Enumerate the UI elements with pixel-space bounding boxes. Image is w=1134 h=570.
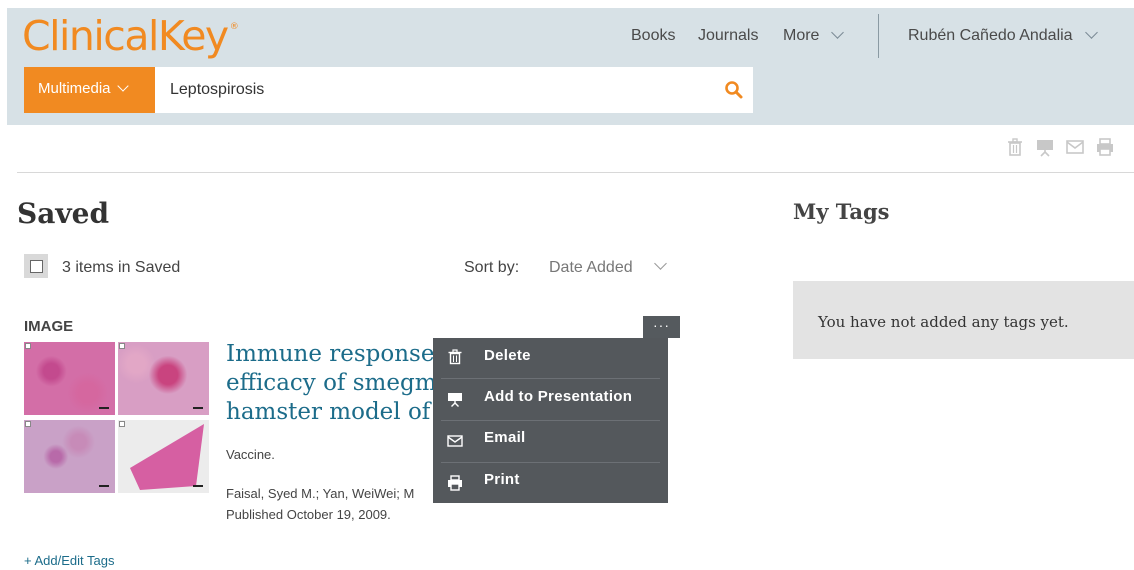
result-authors: Faisal, Syed M.; Yan, WeiWei; M	[226, 486, 415, 501]
chevron-down-icon	[116, 80, 129, 92]
presentation-icon	[448, 393, 462, 407]
title-line: hamster model of	[226, 399, 431, 425]
user-name: Rubén Cañedo Andalia	[908, 27, 1073, 44]
select-all-checkbox[interactable]	[24, 254, 48, 278]
trash-icon[interactable]	[1005, 137, 1025, 157]
nav-journals[interactable]: Journals	[698, 27, 758, 45]
menu-item-label: Email	[484, 429, 526, 446]
result-source: Vaccine.	[226, 447, 275, 462]
menu-item-label: Print	[484, 471, 520, 488]
scale-bar	[193, 485, 203, 487]
tissue-section-shape	[130, 424, 204, 490]
result-date: Published October 19, 2009.	[226, 507, 391, 522]
result-title-link[interactable]: Immune response efficacy of smegm hamste…	[226, 340, 456, 430]
panel-marker	[25, 343, 31, 349]
panel-marker	[119, 343, 125, 349]
email-icon[interactable]	[1065, 137, 1085, 157]
page-title: Saved	[17, 197, 110, 230]
chevron-down-icon	[831, 26, 845, 39]
logo-text: ClinicalKey	[22, 12, 229, 60]
site-header: ClinicalKey ® Books Journals More Rubén C…	[7, 8, 1134, 125]
email-icon	[447, 435, 463, 447]
saved-toolbar	[1005, 137, 1115, 161]
scale-bar	[99, 407, 109, 409]
menu-item-email[interactable]: Email	[433, 421, 668, 462]
trash-icon	[448, 349, 462, 365]
menu-item-delete[interactable]: Delete	[433, 338, 668, 379]
menu-item-print[interactable]: Print	[433, 463, 668, 504]
nav-more[interactable]: More	[783, 26, 845, 45]
thumbnail-image[interactable]	[118, 342, 209, 415]
my-tags-panel: You have not added any tags yet.	[793, 281, 1134, 359]
search-scope-select[interactable]: Multimedia	[24, 67, 155, 113]
tags-empty-message: You have not added any tags yet.	[818, 313, 1069, 331]
content-type-label: IMAGE	[24, 318, 74, 335]
user-menu[interactable]: Rubén Cañedo Andalia	[908, 26, 1098, 45]
scale-bar	[99, 485, 109, 487]
thumbnail-image[interactable]	[118, 420, 209, 493]
menu-item-add-to-presentation[interactable]: Add to Presentation	[433, 379, 668, 420]
nav-books[interactable]: Books	[631, 27, 675, 45]
my-tags-heading: My Tags	[793, 199, 890, 224]
nav-more-label: More	[783, 27, 820, 44]
thumbnail-image[interactable]	[24, 342, 115, 415]
print-icon	[448, 475, 462, 491]
scale-bar	[193, 407, 203, 409]
chevron-down-icon[interactable]	[654, 257, 667, 270]
search-input[interactable]: Leptospirosis	[170, 81, 264, 99]
sort-label: Sort by:	[464, 259, 520, 276]
more-actions-button[interactable]: ···	[643, 316, 680, 338]
items-count: 3 items in Saved	[62, 259, 181, 276]
menu-item-label: Delete	[484, 347, 531, 364]
panel-marker	[25, 421, 31, 427]
presentation-icon[interactable]	[1035, 137, 1055, 157]
panel-marker	[119, 421, 125, 427]
search-scope-label: Multimedia	[38, 80, 111, 97]
chevron-down-icon	[1084, 26, 1098, 39]
add-edit-tags-link[interactable]: + Add/Edit Tags	[24, 553, 114, 568]
title-line: efficacy of smegm	[226, 370, 437, 396]
search-icon[interactable]	[724, 80, 744, 100]
sort-select[interactable]: Date Added	[549, 259, 633, 277]
search-bar: Multimedia Leptospirosis	[24, 67, 753, 113]
thumbnail-image[interactable]	[24, 420, 115, 493]
nav-divider	[878, 14, 879, 58]
header-divider	[17, 172, 1134, 173]
menu-item-label: Add to Presentation	[484, 388, 633, 405]
print-icon[interactable]	[1095, 137, 1115, 157]
registered-mark: ®	[229, 22, 239, 32]
clinicalkey-logo[interactable]: ClinicalKey ®	[22, 12, 239, 60]
title-line: Immune response	[226, 341, 435, 367]
item-actions-menu: Delete Add to Presentation Email Print	[433, 338, 668, 503]
